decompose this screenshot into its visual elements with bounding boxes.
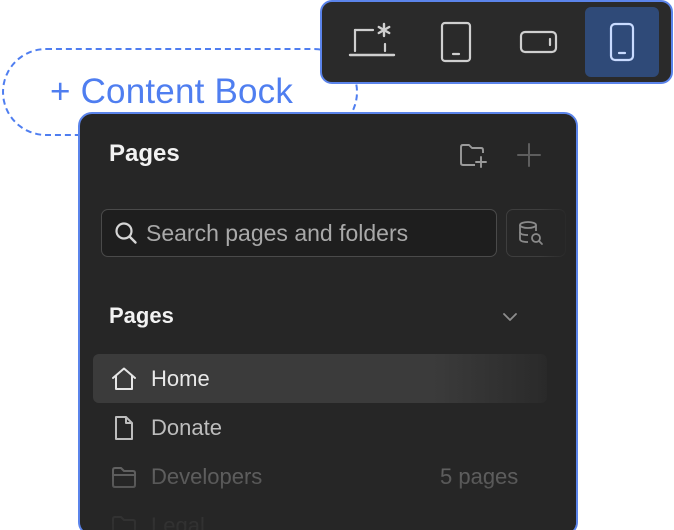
database-search-icon (519, 221, 543, 245)
folder-icon (111, 513, 137, 530)
filter-button[interactable] (506, 209, 566, 257)
search-input[interactable] (146, 219, 486, 247)
page-item-donate[interactable]: Donate (93, 403, 547, 452)
page-item-label: Home (151, 365, 210, 391)
search-field[interactable] (101, 209, 497, 257)
add-page-icon (517, 143, 541, 167)
pages-panel: Pages Search pages and folders Pages Hom… (78, 112, 578, 530)
new-folder-button[interactable] (459, 140, 489, 170)
chevron-down-icon (503, 313, 517, 321)
device-tablet-button[interactable] (419, 7, 493, 77)
desktop-primary-icon (348, 22, 396, 57)
page-item-label: Developers (151, 463, 263, 489)
device-desktop-primary-button[interactable] (336, 7, 410, 77)
page-icon (111, 415, 137, 441)
mobile-portrait-icon (609, 22, 635, 62)
folder-icon (111, 464, 137, 490)
add-page-button[interactable] (514, 140, 544, 170)
device-mobile-landscape-button[interactable] (502, 7, 576, 77)
page-item-home[interactable]: Home (93, 354, 547, 403)
tablet-icon (440, 21, 472, 63)
add-content-block-button[interactable]: + Content Bock (50, 72, 293, 112)
page-item-label: Legal (151, 512, 205, 530)
page-item-legal[interactable]: Legal (93, 501, 547, 530)
new-folder-icon (460, 144, 487, 168)
page-item-developers[interactable]: Developers 5 pages (93, 452, 547, 501)
panel-title: Pages (109, 140, 180, 167)
device-mobile-portrait-button[interactable] (585, 7, 659, 77)
page-list: Home Donate Developers 5 pages Legal (93, 354, 547, 530)
page-count-badge: 5 pages (440, 463, 519, 489)
pages-section-header[interactable]: Pages (109, 302, 529, 332)
home-icon (111, 366, 137, 392)
search-icon (115, 222, 137, 244)
section-title: Pages (109, 303, 174, 328)
mobile-landscape-icon (519, 30, 558, 54)
page-item-label: Donate (151, 414, 222, 440)
canvas: + Content Bock Pages Search pages and fo… (0, 0, 674, 530)
device-toolbar (320, 0, 673, 84)
